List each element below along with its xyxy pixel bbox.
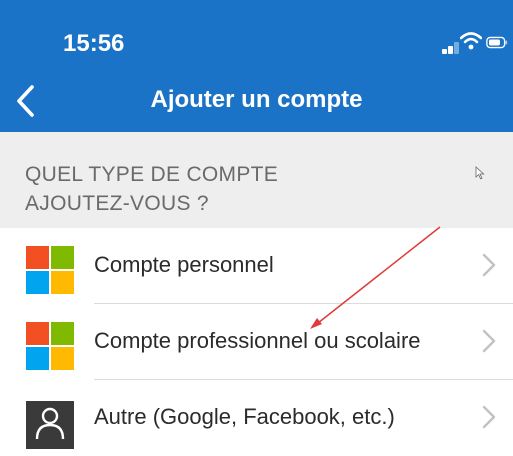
account-option-personal[interactable]: Compte personnel [0,228,513,304]
section-header: QUEL TYPE DE COMPTE AJOUTEZ-VOUS ? [0,132,513,228]
status-icons [442,32,512,54]
status-time: 15:56 [63,30,125,57]
page-title: Ajouter un compte [150,86,363,113]
chevron-right-icon [482,253,496,277]
account-option-label: Autre (Google, Facebook, etc.) [94,404,395,429]
mouse-cursor-icon [475,166,485,180]
microsoft-logo-icon [26,322,74,370]
section-title: QUEL TYPE DE COMPTE AJOUTEZ-VOUS ? [25,163,279,215]
account-option-label: Compte professionnel ou scolaire [94,328,421,353]
chevron-right-icon [482,329,496,353]
wifi-icon [460,32,482,50]
account-option-label: Compte personnel [94,252,274,277]
account-option-other[interactable]: Autre (Google, Facebook, etc.) [0,380,513,456]
account-option-work-school[interactable]: Compte professionnel ou scolaire [0,304,513,380]
app-header: 15:56 Ajouter un compte [0,0,513,132]
microsoft-logo-icon [26,246,74,294]
chevron-right-icon [482,405,496,429]
person-icon [26,401,74,449]
battery-icon [486,36,508,49]
